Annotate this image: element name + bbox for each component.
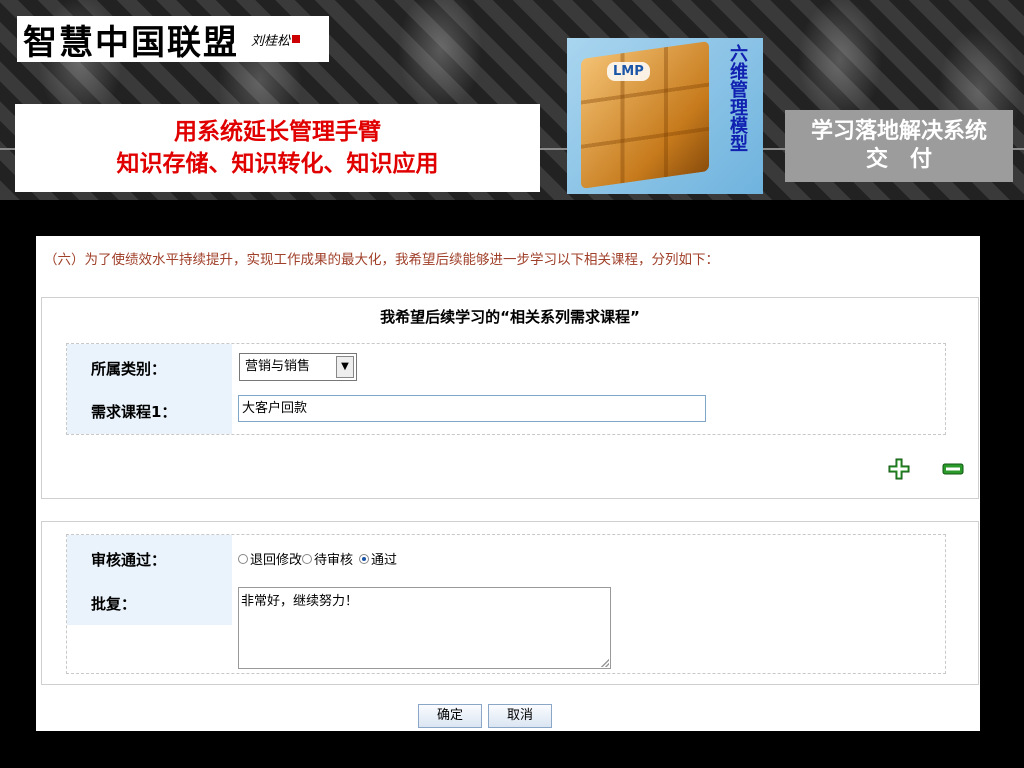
- category-label: 所属类别：: [91, 360, 167, 378]
- label-column: 审核通过： 批复：: [67, 535, 232, 625]
- radio-pending[interactable]: [302, 553, 313, 564]
- deliver-line-2: 交 付: [865, 147, 932, 172]
- six-dimension-model-image: LMP 六维管理模型: [567, 38, 763, 194]
- logo-signature: 刘桂松: [251, 33, 291, 49]
- course-panel: 我希望后续学习的“相关系列需求课程” 所属类别： 需求课程1： 营销与销售 ▼ …: [41, 297, 979, 499]
- radio-return-label[interactable]: 退回修改: [250, 549, 302, 568]
- reply-text: 非常好，继续努力！: [241, 594, 359, 609]
- category-select[interactable]: 营销与销售 ▼: [239, 353, 357, 381]
- form-screenshot: （六）为了使绩效水平持续提升，实现工作成果的最大化，我希望后续能够进一步学习以下…: [36, 236, 980, 731]
- remove-icon[interactable]: [942, 458, 964, 480]
- deliver-line-1: 学习落地解决系统: [810, 119, 987, 144]
- cube-logo: LMP: [607, 62, 650, 81]
- course-input[interactable]: 大客户回款: [238, 395, 706, 422]
- review-form: 审核通过： 批复： 退回修改 待审核 通过 非常好，继续努力！: [66, 534, 946, 674]
- reply-label: 批复：: [91, 595, 137, 613]
- review-radio-group: 退回修改 待审核 通过: [238, 549, 397, 568]
- cancel-button[interactable]: 取消: [488, 704, 552, 728]
- slogan-line-1: 用系统延长管理手臂: [174, 119, 381, 145]
- course-label: 需求课程1：: [91, 403, 177, 421]
- add-icon[interactable]: [888, 458, 910, 480]
- review-label: 审核通过：: [91, 551, 167, 569]
- deliver-box: 学习落地解决系统 交 付: [785, 110, 1013, 182]
- course-form: 所属类别： 需求课程1： 营销与销售 ▼ 大客户回款: [66, 343, 946, 435]
- logo-text: 智慧中国联盟: [23, 22, 239, 63]
- label-column: 所属类别： 需求课程1：: [67, 344, 232, 434]
- slogan-line-2: 知识存储、知识转化、知识应用: [116, 151, 439, 177]
- intro-text: （六）为了使绩效水平持续提升，实现工作成果的最大化，我希望后续能够进一步学习以下…: [44, 252, 719, 268]
- chevron-down-icon[interactable]: ▼: [336, 356, 354, 378]
- slogan-box: 用系统延长管理手臂 知识存储、知识转化、知识应用: [15, 104, 540, 192]
- radio-pending-label[interactable]: 待审核: [314, 549, 353, 568]
- logo: 智慧中国联盟 刘桂松: [17, 16, 329, 63]
- radio-pass-label[interactable]: 通过: [371, 549, 397, 568]
- resize-grip-icon[interactable]: [601, 659, 609, 667]
- panel-title: 我希望后续学习的“相关系列需求课程”: [380, 308, 640, 326]
- confirm-button[interactable]: 确定: [418, 704, 482, 728]
- cube-caption: 六维管理模型: [727, 44, 748, 152]
- review-panel: 审核通过： 批复： 退回修改 待审核 通过 非常好，继续努力！: [41, 521, 979, 685]
- reply-textarea[interactable]: 非常好，继续努力！: [238, 587, 611, 669]
- radio-pass[interactable]: [359, 553, 370, 564]
- category-select-value: 营销与销售: [245, 359, 311, 374]
- seal-icon: [292, 35, 301, 43]
- radio-return[interactable]: [238, 553, 248, 564]
